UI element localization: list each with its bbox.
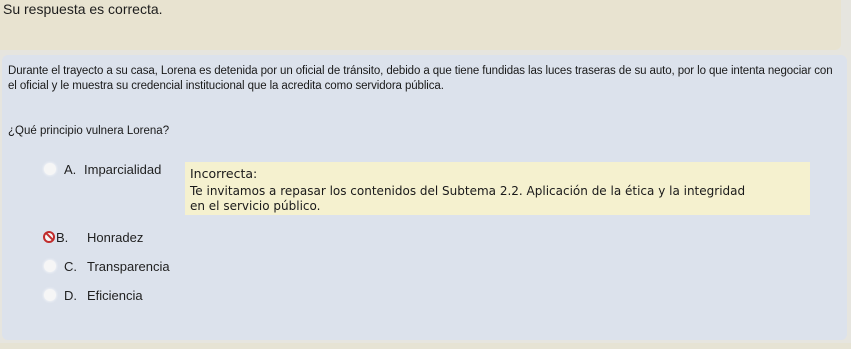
option-a-label: Imparcialidad [84,161,162,177]
tooltip-body-line2: en el servicio público. [190,199,321,213]
feedback-message: Su respuesta es correcta. [3,1,163,17]
next-section-edge [0,343,851,349]
option-b[interactable]: B. Honradez [2,227,182,247]
option-c-radio[interactable] [44,260,56,272]
tooltip-body: Te invitamos a repasar los contenidos de… [190,184,805,214]
option-d-radio[interactable] [44,289,56,301]
option-b-letter: B. [56,229,69,245]
feedback-banner: Su respuesta es correcta. [0,0,841,50]
tooltip-body-line1: Te invitamos a repasar los contenidos de… [190,184,746,198]
option-c-label: Transparencia [87,258,170,274]
feedback-tooltip: Incorrecta: Te invitamos a repasar los c… [185,162,810,215]
question-text: Durante el trayecto a su casa, Lorena es… [8,65,833,92]
option-d-label: Eficiencia [87,287,143,303]
option-a-letter: A. [64,161,77,177]
option-d-letter: D. [64,287,77,303]
option-c[interactable]: C. Transparencia [2,256,182,276]
option-d[interactable]: D. Eficiencia [2,285,182,305]
question-prompt: ¿Qué principio vulnera Lorena? [8,125,170,137]
option-c-letter: C. [64,258,77,274]
option-a[interactable]: A. Imparcialidad [2,159,182,179]
question-panel: Durante el trayecto a su casa, Lorena es… [2,55,847,340]
incorrect-mark-icon[interactable] [43,231,55,243]
tooltip-title: Incorrecta: [190,166,258,181]
option-b-label: Honradez [87,229,144,245]
option-a-radio[interactable] [44,163,56,175]
